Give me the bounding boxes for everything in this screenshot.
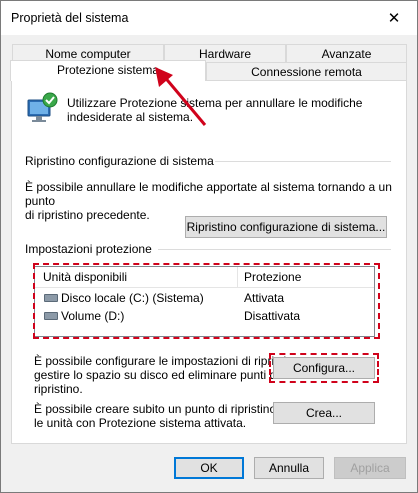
drive-protection-status: Attivata — [244, 291, 285, 305]
create-text-line1: È possibile creare subito un punto di ri… — [34, 402, 297, 416]
configure-text: È possibile configurare le impostazioni … — [34, 354, 303, 396]
tab-avanzate[interactable]: Avanzate — [286, 44, 407, 62]
intro-text: Utilizzare Protezione sistema per annull… — [67, 96, 362, 124]
create-button[interactable]: Crea... — [273, 402, 375, 424]
close-icon[interactable]: ✕ — [371, 1, 417, 35]
intro-text-line2: indesiderate al sistema. — [67, 110, 194, 124]
protection-section-rule — [158, 249, 391, 250]
tab-connessione-remota[interactable]: Connessione remota — [206, 62, 407, 80]
protection-section-heading: Impostazioni protezione — [25, 242, 152, 256]
drive-icon — [44, 312, 58, 320]
column-separator — [237, 267, 238, 287]
drive-row-d[interactable]: Volume (D:) Disattivata — [35, 307, 374, 325]
intro-text-line1: Utilizzare Protezione sistema per annull… — [67, 96, 363, 110]
drive-row-c[interactable]: Disco locale (C:) (Sistema) Attivata — [35, 289, 374, 307]
column-header-drives[interactable]: Unità disponibili — [43, 270, 127, 284]
title-bar[interactable]: Proprietà del sistema ✕ — [1, 1, 417, 35]
drive-list[interactable]: Unità disponibili Protezione Disco local… — [34, 266, 375, 337]
drive-name: Disco locale (C:) (Sistema) — [61, 291, 204, 305]
configure-text-line3: ripristino. — [34, 382, 83, 396]
drive-list-header: Unità disponibili Protezione — [35, 267, 374, 288]
column-header-protection[interactable]: Protezione — [244, 270, 301, 284]
create-text-line2: le unità con Protezione sistema attivata… — [34, 416, 247, 430]
window-title: Proprietà del sistema — [11, 11, 129, 25]
ok-button[interactable]: OK — [174, 457, 244, 479]
configure-text-line2: gestire lo spazio su disco ed eliminare … — [34, 368, 279, 382]
restore-section-rule — [215, 161, 391, 162]
system-properties-window: Proprietà del sistema ✕ Nome computer Ha… — [0, 0, 418, 493]
apply-button: Applica — [334, 457, 406, 479]
system-protection-icon — [27, 92, 58, 122]
drive-name: Volume (D:) — [61, 309, 125, 323]
annotation-arrow-icon — [155, 67, 207, 126]
restore-section-heading: Ripristino configurazione di sistema — [25, 154, 214, 168]
cancel-button[interactable]: Annulla — [254, 457, 324, 479]
configure-text-line1: È possibile configurare le impostazioni … — [34, 354, 303, 368]
restore-text-line1: È possibile annullare le modifiche appor… — [25, 180, 392, 208]
create-text: È possibile creare subito un punto di ri… — [34, 402, 297, 430]
system-restore-button[interactable]: Ripristino configurazione di sistema... — [185, 216, 387, 238]
configure-button[interactable]: Configura... — [273, 357, 375, 379]
drive-icon — [44, 294, 58, 302]
drive-protection-status: Disattivata — [244, 309, 301, 323]
